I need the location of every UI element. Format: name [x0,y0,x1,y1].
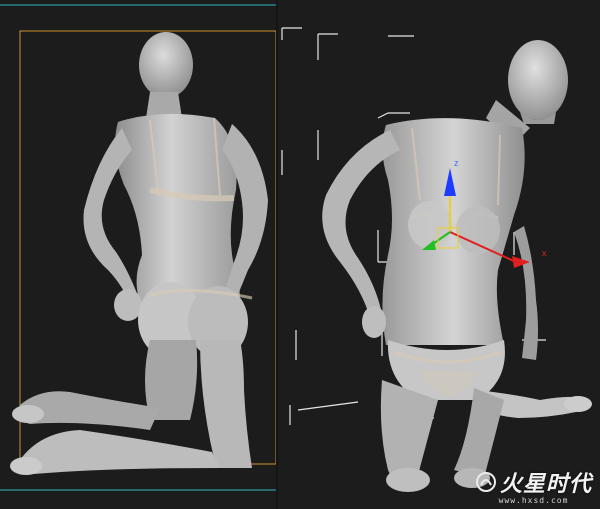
watermark: 火星时代 www.hxsd.com [475,466,592,505]
watermark-title: 火星时代 [499,472,592,497]
viewport-stage: x z 火星时代 www.hxsd.com [0,0,600,509]
right-viewport[interactable]: x z [278,0,600,509]
gizmo-z-label: z [454,158,459,168]
figure-front-view[interactable] [322,40,592,492]
gizmo-x-label: x [542,248,547,258]
left-viewport[interactable] [0,0,278,509]
right-viewport-canvas: x z [281,27,592,492]
hxsd-logo-icon [475,472,496,492]
left-viewport-canvas [0,4,278,491]
figure-back-view[interactable] [10,32,268,475]
